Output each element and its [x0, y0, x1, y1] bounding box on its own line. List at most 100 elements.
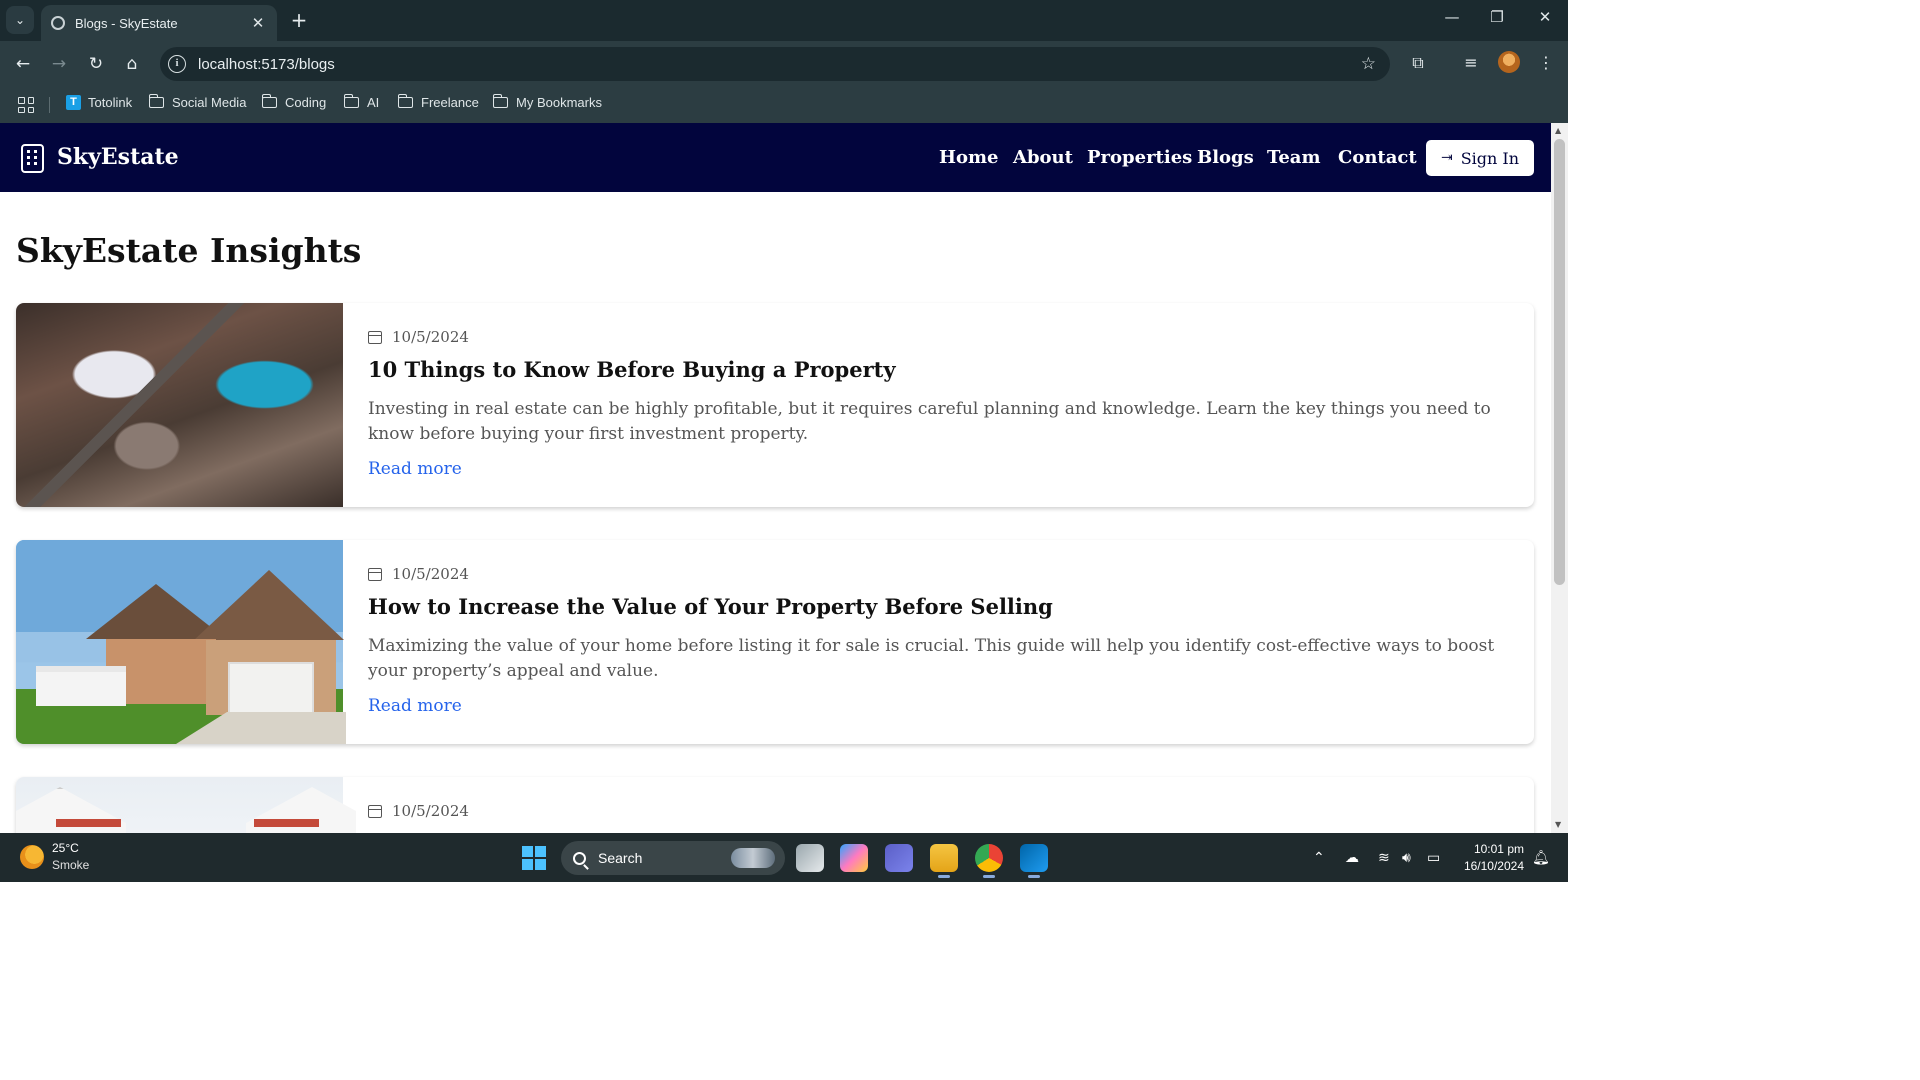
- brand-logo[interactable]: SkyEstate: [57, 144, 179, 170]
- page-title: SkyEstate Insights: [16, 231, 362, 270]
- building-icon[interactable]: [21, 144, 44, 173]
- apps-grid-icon[interactable]: [18, 97, 34, 113]
- page-viewport: SkyEstate Home About Properties Blogs Te…: [0, 123, 1551, 833]
- weather-temperature[interactable]: 25°C: [52, 841, 79, 855]
- post-date-text: 10/5/2024: [392, 565, 469, 583]
- copilot-icon[interactable]: [840, 844, 868, 872]
- bookmarks-bar: T Totolink Social Media Coding AI Freela…: [0, 87, 1568, 123]
- post-date: 10/5/2024: [368, 565, 469, 583]
- bookmark-totolink[interactable]: T Totolink: [66, 95, 132, 110]
- white-buildings-photo: [16, 777, 356, 833]
- bookmark-label: Totolink: [88, 95, 133, 110]
- close-window-icon[interactable]: ✕: [1530, 8, 1560, 26]
- post-excerpt: Investing in real estate can be highly p…: [368, 399, 1491, 444]
- windows-taskbar: 25°C Smoke Search ⌃ ☁ ≋ 🔊︎ ▭ 10:01 pm 16…: [0, 833, 1568, 882]
- minimize-icon[interactable]: —: [1437, 8, 1467, 26]
- bookmark-label: Coding: [285, 95, 327, 110]
- nav-contact[interactable]: Contact: [1338, 147, 1417, 168]
- new-tab-button[interactable]: +: [288, 8, 310, 32]
- bookmark-folder-coding[interactable]: Coding: [261, 94, 327, 110]
- taskbar-search-label: Search: [598, 850, 643, 866]
- chevron-down-icon: ⌄: [14, 13, 26, 27]
- wifi-icon[interactable]: ≋: [1378, 849, 1390, 866]
- post-title: 10 Things to Know Before Buying a Proper…: [368, 357, 896, 382]
- tray-chevron-up-icon[interactable]: ⌃: [1313, 849, 1325, 866]
- read-more-link[interactable]: Read more: [368, 696, 462, 716]
- post-excerpt: Maximizing the value of your home before…: [368, 636, 1495, 681]
- taskbar-search[interactable]: Search: [561, 841, 785, 875]
- nav-about[interactable]: About: [1013, 147, 1073, 168]
- browser-tab-strip: ⌄ Blogs - SkyEstate ✕ + — ❐ ✕: [0, 0, 1568, 41]
- calendar-icon: [368, 330, 382, 344]
- page-scrollbar[interactable]: ▲ ▼: [1551, 123, 1568, 833]
- volume-icon[interactable]: 🔊︎: [1402, 849, 1411, 866]
- bookmark-label: Social Media: [172, 95, 247, 110]
- post-date: 10/5/2024: [368, 328, 469, 346]
- folder-icon: [343, 94, 359, 108]
- menu-kebab-icon[interactable]: ⋮: [1534, 53, 1558, 72]
- vscode-icon[interactable]: [1020, 844, 1048, 878]
- blog-card: 10/5/2024: [16, 777, 1534, 833]
- login-icon: ⇥: [1440, 150, 1453, 166]
- profile-avatar[interactable]: [1498, 51, 1520, 73]
- clock-time: 10:01 pm: [1473, 842, 1524, 856]
- scroll-up-icon[interactable]: ▲: [1555, 126, 1561, 135]
- calendar-icon: [368, 567, 382, 581]
- tab-search-button[interactable]: ⌄: [6, 6, 34, 34]
- folder-icon: [148, 94, 164, 108]
- calendar-icon: [368, 804, 382, 818]
- battery-icon[interactable]: ▭: [1427, 849, 1440, 866]
- windows-start-icon[interactable]: [522, 846, 546, 870]
- scroll-down-icon[interactable]: ▼: [1555, 820, 1561, 829]
- bookmark-folder-social-media[interactable]: Social Media: [148, 94, 247, 110]
- browser-tab-active[interactable]: Blogs - SkyEstate ✕: [41, 5, 277, 41]
- blog-card: 10/5/2024 How to Increase the Value of Y…: [16, 540, 1534, 744]
- blog-card: 10/5/2024 10 Things to Know Before Buyin…: [16, 303, 1534, 507]
- bookmark-folder-freelance[interactable]: Freelance: [397, 94, 479, 110]
- scrollbar-thumb[interactable]: [1554, 139, 1565, 585]
- chrome-icon[interactable]: [975, 844, 1003, 878]
- teams-icon[interactable]: [885, 844, 913, 872]
- bookmarks-divider: [49, 97, 50, 113]
- task-view-icon[interactable]: [796, 844, 824, 872]
- forward-icon[interactable]: →: [48, 53, 70, 75]
- system-clock[interactable]: 10:01 pm 16/10/2024: [1460, 841, 1524, 875]
- site-info-icon[interactable]: i: [168, 55, 186, 73]
- nav-team[interactable]: Team: [1267, 147, 1321, 168]
- clock-date: 16/10/2024: [1463, 859, 1524, 873]
- close-tab-icon[interactable]: ✕: [249, 14, 267, 32]
- media-controls-icon[interactable]: ≡: [1459, 53, 1483, 72]
- url-text[interactable]: localhost:5173/blogs: [198, 56, 1361, 73]
- bookmark-label: My Bookmarks: [516, 95, 602, 110]
- weather-condition[interactable]: Smoke: [52, 858, 89, 872]
- extensions-icon[interactable]: ⧉: [1406, 53, 1430, 73]
- post-date-text: 10/5/2024: [392, 328, 469, 346]
- tab-title: Blogs - SkyEstate: [75, 15, 178, 31]
- totolink-icon: T: [66, 95, 81, 110]
- globe-icon: [51, 16, 65, 30]
- bookmark-folder-ai[interactable]: AI: [343, 94, 380, 110]
- address-bar[interactable]: i localhost:5173/blogs ☆: [160, 47, 1390, 81]
- onedrive-icon[interactable]: ☁: [1345, 849, 1359, 866]
- nav-blogs[interactable]: Blogs: [1197, 147, 1254, 168]
- bookmark-label: Freelance: [421, 95, 479, 110]
- bookmark-star-icon[interactable]: ☆: [1361, 54, 1376, 74]
- bookmark-label: AI: [367, 95, 380, 110]
- folder-icon: [397, 94, 413, 108]
- nav-home[interactable]: Home: [939, 147, 999, 168]
- nav-properties[interactable]: Properties: [1087, 147, 1192, 168]
- sign-in-button[interactable]: ⇥ Sign In: [1426, 140, 1534, 176]
- file-explorer-icon[interactable]: [930, 844, 958, 878]
- site-navbar: SkyEstate Home About Properties Blogs Te…: [0, 123, 1551, 192]
- post-date: 10/5/2024: [368, 802, 469, 820]
- weather-sun-icon[interactable]: [20, 845, 44, 869]
- folder-icon: [492, 94, 508, 108]
- read-more-link[interactable]: Read more: [368, 459, 462, 479]
- back-icon[interactable]: ←: [12, 53, 34, 75]
- bookmark-folder-my-bookmarks[interactable]: My Bookmarks: [492, 94, 602, 110]
- reload-icon[interactable]: ↻: [85, 53, 107, 75]
- notification-bell-icon[interactable]: 🔔︎: [1532, 849, 1550, 866]
- restore-icon[interactable]: ❐: [1482, 8, 1512, 26]
- search-icon: [573, 851, 586, 865]
- home-icon[interactable]: ⌂: [121, 53, 143, 75]
